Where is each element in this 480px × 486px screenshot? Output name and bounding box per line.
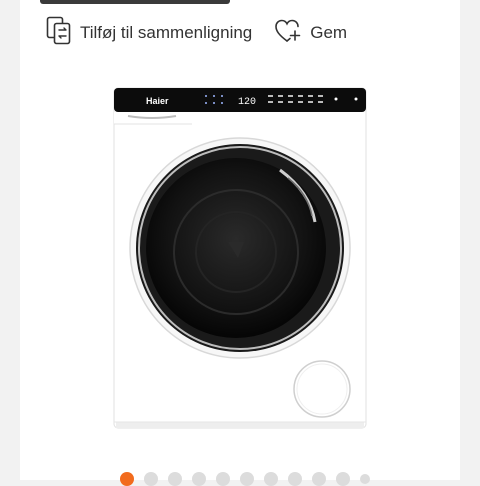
add-to-compare-button[interactable]: Tilføj til sammenligning [46,16,252,51]
carousel-dot[interactable] [312,472,326,486]
carousel-dot[interactable] [216,472,230,486]
product-actions: Tilføj til sammenligning Gem [46,16,347,51]
filter-hatch [293,360,351,418]
product-image[interactable]: Haier 120 [110,82,370,432]
brand-logo: Haier [146,96,169,106]
carousel-pagination [120,472,380,486]
carousel-dot[interactable] [168,472,182,486]
carousel-dot[interactable] [360,474,370,484]
compare-icon [46,16,72,51]
carousel-dot[interactable] [288,472,302,486]
heart-plus-icon [274,18,302,49]
save-label: Gem [310,23,348,42]
top-bar [40,0,230,4]
display-readout: 120 [238,97,256,108]
carousel-dot[interactable] [336,472,350,486]
carousel-dot[interactable] [192,472,206,486]
carousel-dot[interactable] [264,472,278,486]
carousel-dot[interactable] [120,472,134,486]
save-button[interactable]: Gem [274,18,347,49]
carousel-dot[interactable] [240,472,254,486]
add-to-compare-label: Tilføj til sammenligning [80,23,253,42]
carousel-dot[interactable] [144,472,158,486]
